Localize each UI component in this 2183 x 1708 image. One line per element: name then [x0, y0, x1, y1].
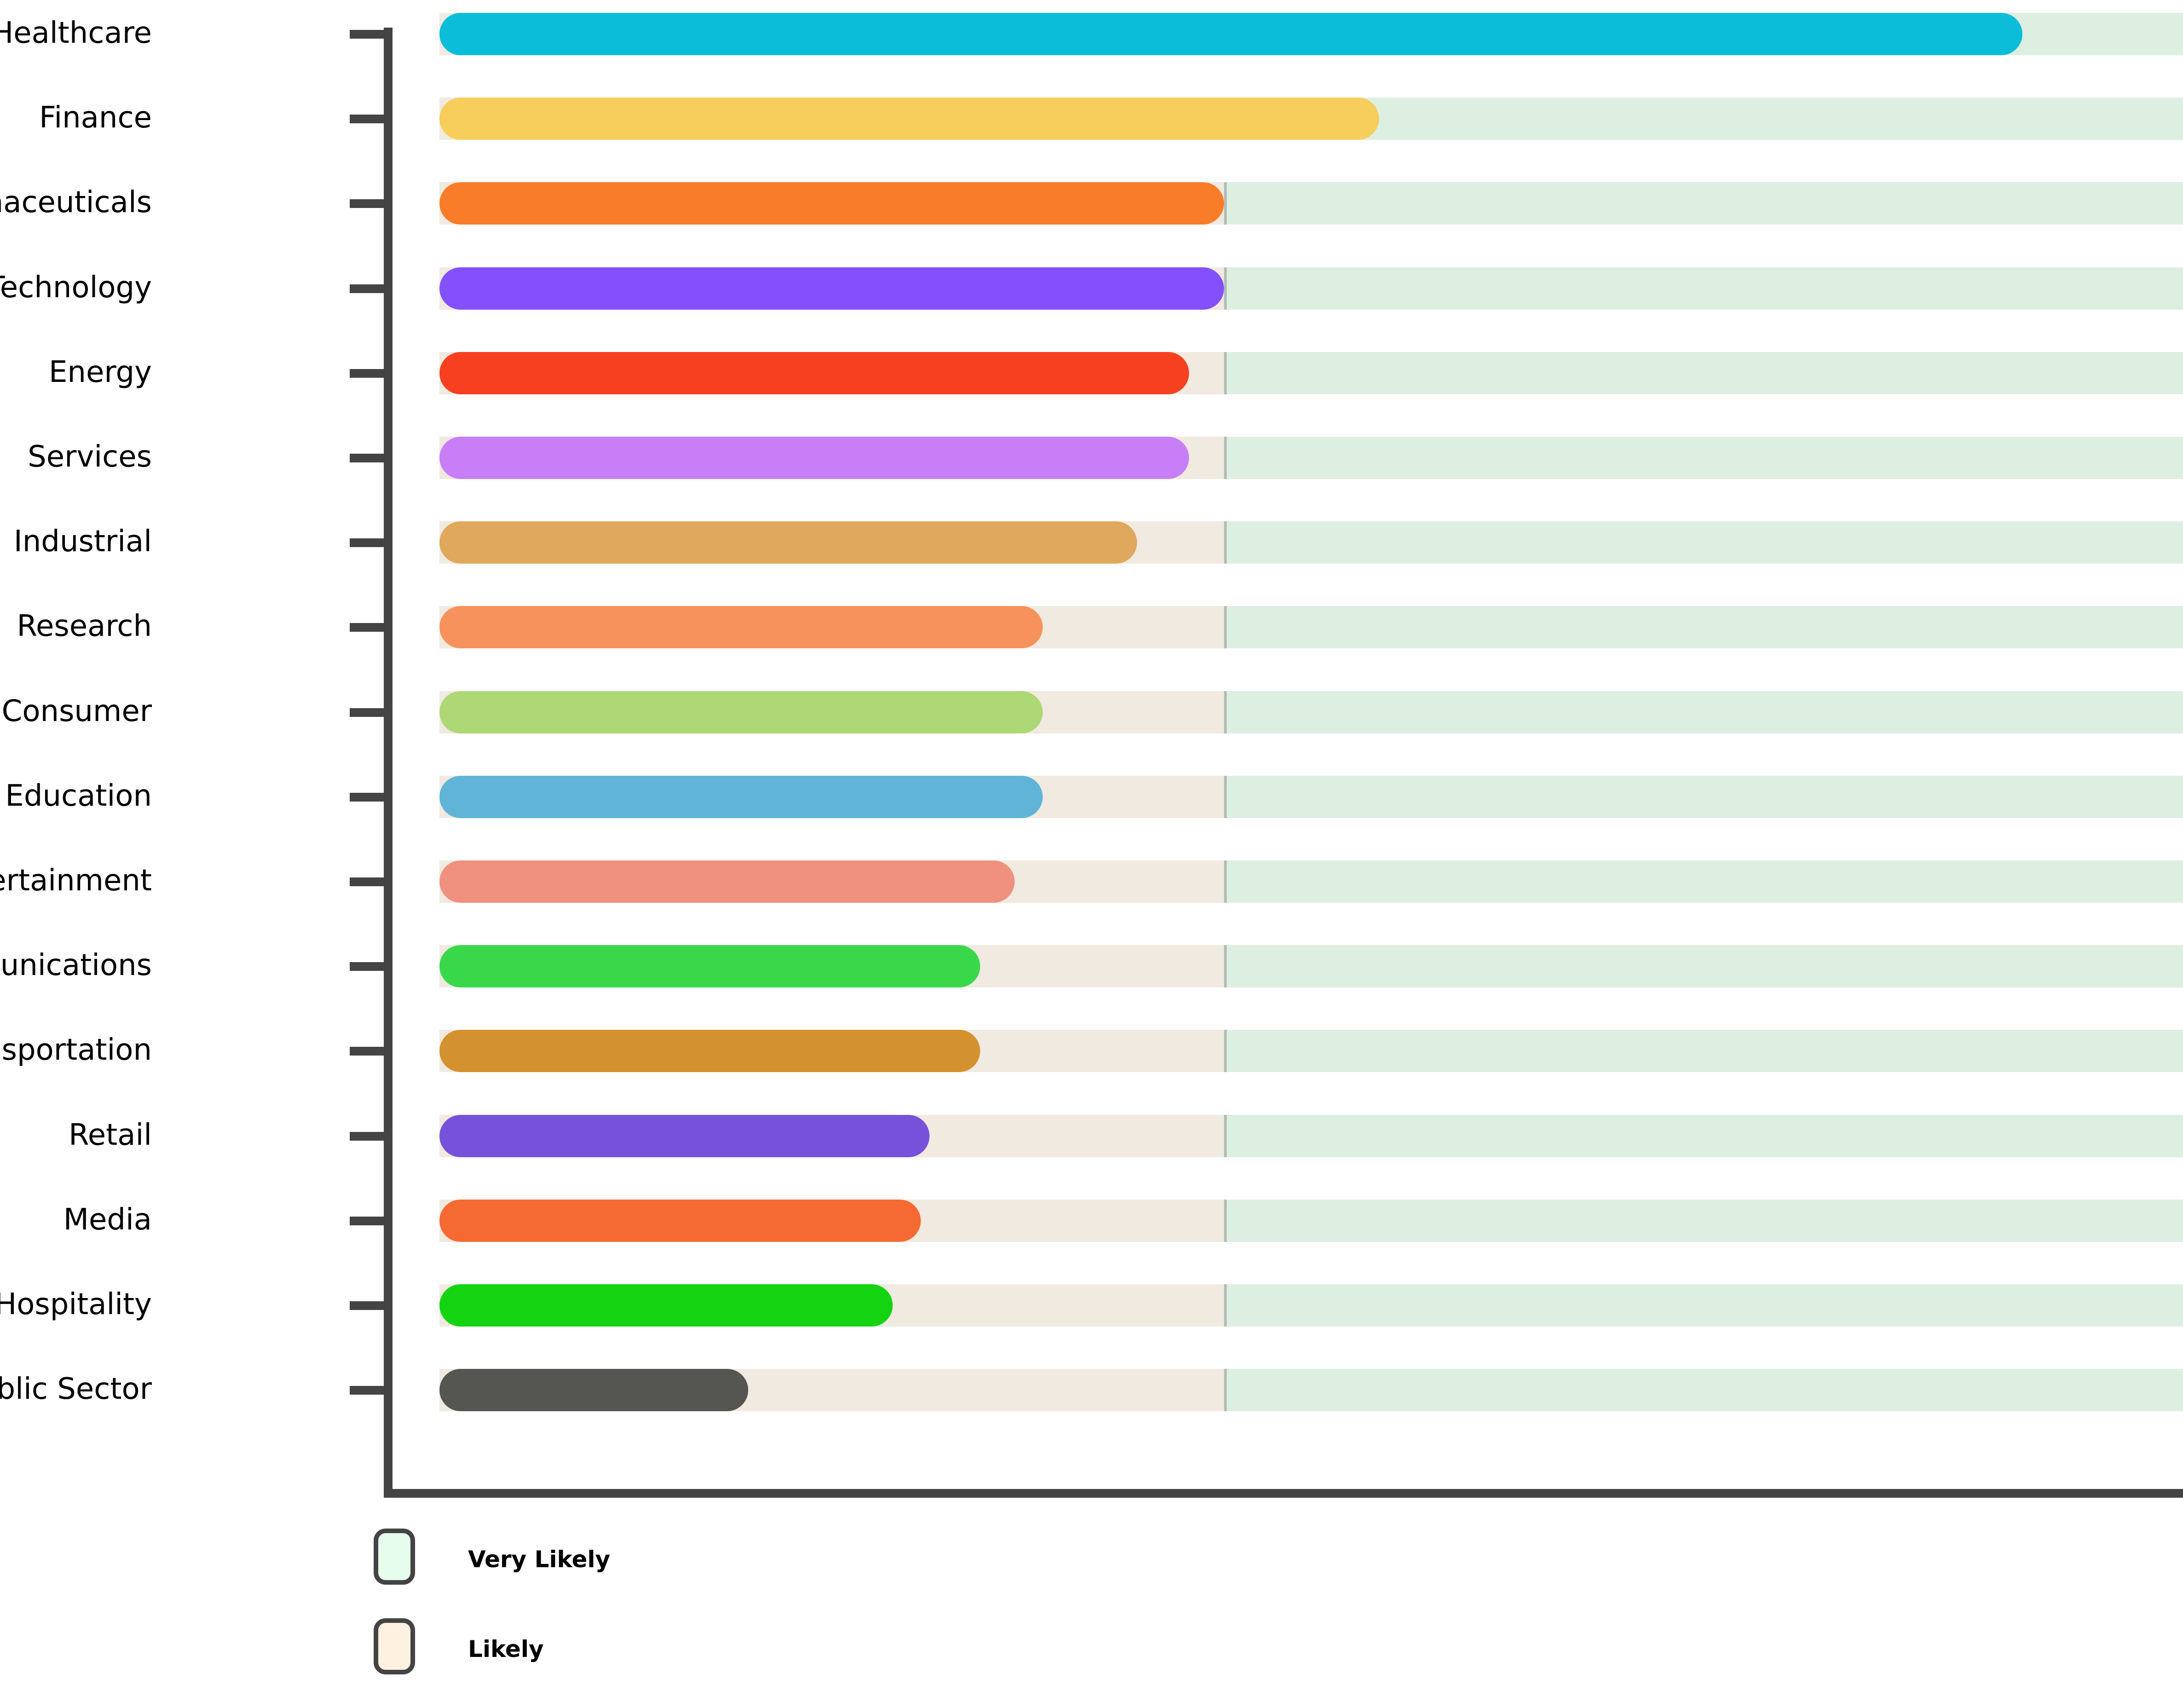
- y-axis-label: Entertainment: [0, 864, 152, 898]
- bar[interactable]: [439, 267, 1224, 310]
- horizontal-bar-chart: Healthcare Finance Pharmaceuticals Technolo…: [0, 0, 2183, 1702]
- y-axis-label: Finance: [39, 101, 152, 135]
- row-band-very-likely: [1225, 182, 2183, 225]
- bar[interactable]: [439, 352, 1190, 394]
- bar[interactable]: [439, 98, 1380, 140]
- y-axis-tick: [350, 30, 389, 39]
- row-band-very-likely: [1225, 521, 2183, 564]
- y-axis-label: Education: [5, 779, 152, 813]
- y-axis-label: Technology: [0, 270, 152, 305]
- y-axis-tick: [350, 115, 389, 124]
- row-band-very-likely: [1225, 945, 2183, 988]
- y-axis-tick: [350, 369, 389, 378]
- bar[interactable]: [439, 1199, 921, 1242]
- y-axis-label: Pharmaceuticals: [0, 185, 152, 220]
- zone-divider: [1224, 521, 1227, 564]
- plot-area: [439, 0, 2183, 1487]
- legend-swatch-likely: [374, 1618, 415, 1674]
- x-axis-spine: [384, 1489, 2183, 1498]
- bar[interactable]: [439, 1369, 748, 1412]
- bar[interactable]: [439, 1030, 980, 1073]
- y-axis-tick: [350, 1301, 389, 1310]
- row-band-very-likely: [1225, 267, 2183, 310]
- y-axis-tick: [350, 792, 389, 802]
- y-axis-tick: [350, 623, 389, 632]
- zone-divider: [1224, 775, 1227, 818]
- y-axis-label: Communications: [0, 948, 152, 983]
- row-band-very-likely: [1225, 1199, 2183, 1242]
- legend-swatch-very-likely: [374, 1529, 415, 1585]
- row-band-very-likely: [1225, 1369, 2183, 1412]
- bar[interactable]: [439, 13, 2023, 55]
- legend-label-likely: Likely: [468, 1636, 544, 1662]
- y-axis-tick: [350, 538, 389, 548]
- zone-divider: [1224, 606, 1227, 649]
- zone-divider: [1224, 267, 1227, 310]
- row-band-very-likely: [1225, 691, 2183, 733]
- bar[interactable]: [439, 945, 980, 988]
- y-axis-label: Consumer: [1, 694, 152, 728]
- zone-divider: [1224, 1030, 1227, 1073]
- row-band-very-likely: [1225, 860, 2183, 903]
- zone-divider: [1224, 1369, 1227, 1412]
- zone-divider: [1224, 1114, 1227, 1157]
- bar[interactable]: [439, 691, 1043, 733]
- zone-divider: [1224, 945, 1227, 988]
- bar[interactable]: [439, 182, 1224, 225]
- legend-label-very-likely: Very Likely: [468, 1546, 611, 1573]
- y-axis-label: Transportation: [0, 1033, 152, 1068]
- bar[interactable]: [439, 775, 1043, 818]
- y-axis-tick: [350, 877, 389, 886]
- bar[interactable]: [439, 521, 1137, 564]
- bar[interactable]: [439, 1114, 930, 1157]
- row-band-very-likely: [1225, 437, 2183, 479]
- row-band-very-likely: [1225, 1284, 2183, 1327]
- row-band-very-likely: [1225, 775, 2183, 818]
- y-axis-tick: [350, 708, 389, 717]
- y-axis-tick: [350, 454, 389, 462]
- zone-divider: [1224, 1199, 1227, 1242]
- zone-divider: [1224, 691, 1227, 733]
- y-axis-label: Services: [28, 440, 152, 474]
- row-band-very-likely: [1225, 606, 2183, 649]
- zone-divider: [1224, 182, 1227, 225]
- zone-divider: [1224, 437, 1227, 479]
- y-axis-label: Public Sector: [0, 1372, 152, 1407]
- y-axis-label: Healthcare: [0, 16, 152, 50]
- row-band-very-likely: [1225, 1114, 2183, 1157]
- y-axis-label: Energy: [48, 355, 152, 389]
- zone-divider: [1224, 352, 1227, 394]
- y-axis-tick: [350, 1386, 389, 1395]
- zone-divider: [1224, 1284, 1227, 1327]
- bar[interactable]: [439, 1284, 893, 1327]
- y-axis-label: Media: [63, 1202, 152, 1237]
- y-axis-tick: [350, 1047, 389, 1056]
- row-band-very-likely: [1225, 1030, 2183, 1073]
- y-axis-label: Research: [17, 609, 152, 644]
- y-axis-label: Retail: [69, 1118, 152, 1152]
- y-axis-tick: [350, 199, 389, 208]
- bar[interactable]: [439, 606, 1043, 649]
- y-axis-label: Hospitality: [0, 1287, 152, 1321]
- y-axis-tick: [350, 1216, 389, 1225]
- zone-divider: [1224, 860, 1227, 903]
- y-axis-spine: [384, 28, 393, 1498]
- y-axis-tick: [350, 1131, 389, 1141]
- bar[interactable]: [439, 437, 1190, 479]
- row-band-very-likely: [1225, 352, 2183, 394]
- bar[interactable]: [439, 860, 1015, 903]
- y-axis-tick: [350, 284, 389, 293]
- y-axis-tick: [350, 962, 389, 971]
- y-axis-label: Industrial: [13, 525, 152, 559]
